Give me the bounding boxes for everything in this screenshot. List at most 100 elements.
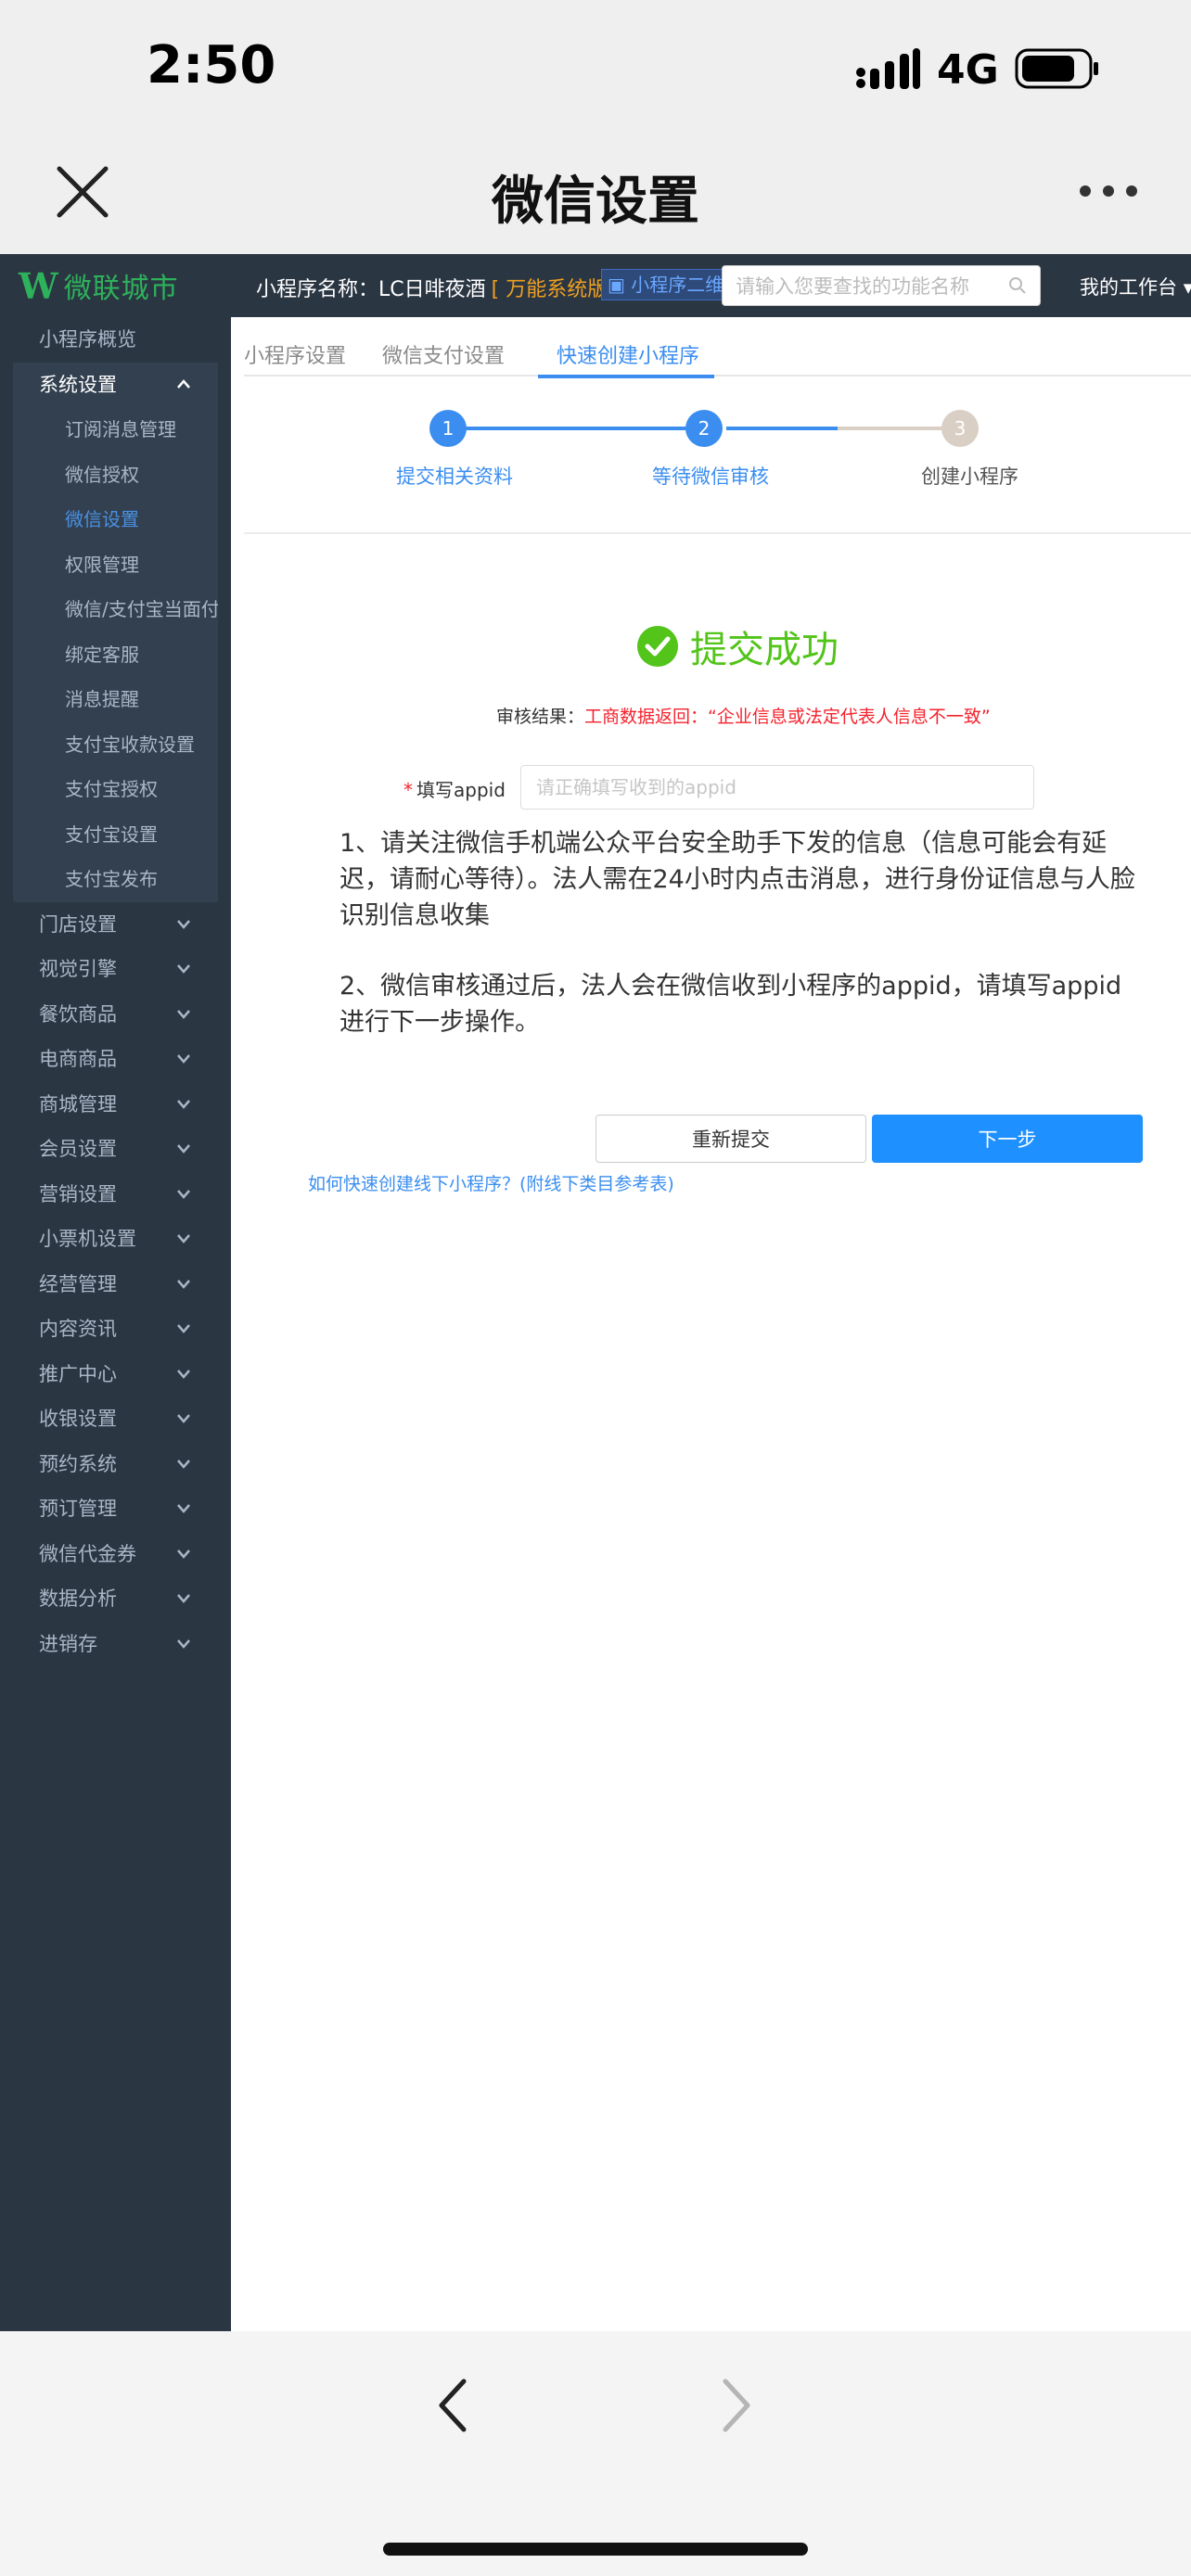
sidebar-subitem[interactable]: 微信设置 (13, 497, 218, 542)
settings-tabs: 小程序设置 微信支付设置 快速创建小程序 (244, 339, 1191, 376)
workbench-label: 我的工作台 (1080, 276, 1177, 299)
mini-program-name: 小程序名称：LC日啡夜酒[ 万能系统版 ] (256, 273, 622, 302)
sidebar-item-label: 预订管理 (39, 1498, 117, 1520)
mp-name-value: LC日啡夜酒 (378, 278, 486, 301)
sidebar-item-label: 商城管理 (39, 1092, 117, 1116)
sidebar-item[interactable]: 视觉引擎 (0, 947, 231, 992)
tab-quick-create-mini-program[interactable]: 快速创建小程序 (557, 339, 699, 369)
sidebar-item[interactable]: 小票机设置 (0, 1217, 231, 1262)
sidebar-subitem[interactable]: 绑定客服 (13, 632, 218, 678)
sidebar-item[interactable]: 电商商品 (0, 1037, 231, 1082)
chevron-down-icon (177, 964, 190, 974)
step-connector (838, 427, 954, 430)
step-connector (726, 427, 838, 430)
sidebar-subitem[interactable]: 微信/支付宝当面付 (13, 587, 218, 632)
appid-label: * 填写appid (403, 775, 506, 802)
sidebar-item-label: 经营管理 (39, 1272, 117, 1295)
caret-down-icon: ▾ (1183, 276, 1191, 299)
sidebar-item-label: 小票机设置 (39, 1228, 136, 1250)
chevron-down-icon (177, 1459, 190, 1469)
page-title: 微信设置 (492, 172, 699, 232)
sidebar-item-label: 餐饮商品 (39, 1002, 117, 1026)
sidebar-item[interactable]: 收银设置 (0, 1396, 231, 1442)
system-settings-submenu: 订阅消息管理 微信授权 微信设置 权限管理 微信/支付宝当面付 绑定客服 消息提醒 支付宝收款… (13, 407, 218, 902)
network-type: 4G (937, 46, 999, 94)
chevron-down-icon (177, 1279, 190, 1289)
chevron-down-icon (177, 1099, 190, 1109)
sidebar-item[interactable]: 进销存 (0, 1622, 231, 1667)
function-search-input[interactable] (723, 266, 997, 307)
sidebar-subitem[interactable]: 权限管理 (13, 542, 218, 588)
chevron-down-icon (177, 1144, 190, 1154)
instruction-note-2: 2、微信审核通过后，法人会在微信收到小程序的appid，请填写appid进行下一… (339, 972, 1122, 1037)
back-arrow-icon[interactable] (432, 2378, 473, 2433)
resubmit-button[interactable]: 重新提交 (596, 1115, 866, 1163)
brand-logo[interactable]: W 微联城市 (19, 265, 179, 307)
step-1-dot: 1 (429, 410, 467, 447)
step-1-label: 提交相关资料 (396, 465, 513, 488)
sidebar-item[interactable]: 内容资讯 (0, 1307, 231, 1352)
more-options-icon[interactable] (1078, 184, 1139, 198)
sidebar-item[interactable]: 预订管理 (0, 1486, 231, 1532)
sidebar-item-overview[interactable]: 小程序概览 (0, 317, 231, 363)
sidebar-subitem[interactable]: 订阅消息管理 (13, 407, 218, 453)
battery-icon (1015, 48, 1098, 89)
qrcode-label: 小程序二维码 (631, 274, 733, 296)
home-indicator (383, 2543, 808, 2556)
sidebar-subitem[interactable]: 支付宝授权 (13, 767, 218, 812)
chevron-down-icon (177, 1054, 190, 1064)
chevron-down-icon (177, 1189, 190, 1199)
review-result-label: 审核结果： (496, 707, 585, 727)
progress-stepper: 1 2 3 提交相关资料 等待微信审核 创建小程序 (231, 410, 1191, 503)
sidebar-item[interactable]: 微信代金券 (0, 1532, 231, 1577)
tab-mini-program-settings[interactable]: 小程序设置 (244, 339, 346, 369)
sidebar-subitem[interactable]: 支付宝设置 (13, 812, 218, 858)
instruction-note-1: 1、请关注微信手机端公众平台安全助手下发的信息（信息可能会有延迟，请耐心等待）。… (339, 829, 1135, 930)
sidebar-item[interactable]: 营销设置 (0, 1172, 231, 1218)
next-step-button[interactable]: 下一步 (872, 1115, 1143, 1163)
wechat-nav-bar: 微信设置 (0, 139, 1191, 254)
review-result-message: 工商数据返回：“企业信息或法定代表人信息不一致” (584, 707, 991, 727)
sidebar-item-label: 预约系统 (39, 1452, 117, 1475)
sidebar-item[interactable]: 会员设置 (0, 1127, 231, 1172)
mp-name-label: 小程序名称： (256, 278, 379, 301)
sidebar-item[interactable]: 门店设置 (0, 902, 231, 948)
sidebar-item-system-settings[interactable]: 系统设置 (13, 363, 218, 408)
chevron-down-icon (177, 1414, 190, 1423)
sidebar-item-label: 营销设置 (39, 1182, 117, 1205)
sidebar-subitem[interactable]: 消息提醒 (13, 677, 218, 722)
sidebar-item[interactable]: 餐饮商品 (0, 992, 231, 1038)
sidebar-item[interactable]: 数据分析 (0, 1576, 231, 1622)
main-content: 小程序设置 微信支付设置 快速创建小程序 1 2 3 提交相关资料 等待微信审核… (231, 317, 1191, 2331)
forward-arrow-icon[interactable] (716, 2378, 757, 2433)
sidebar-item[interactable]: 预约系统 (0, 1442, 231, 1487)
sidebar-item[interactable]: 经营管理 (0, 1262, 231, 1307)
help-link[interactable]: 如何快速创建线下小程序？(附线下类目参考表) (308, 1170, 674, 1195)
status-time: 2:50 (147, 35, 276, 96)
chevron-down-icon (177, 1369, 190, 1379)
qrcode-icon: ▣ (608, 274, 625, 296)
step-3-label: 创建小程序 (921, 465, 1018, 488)
cellular-signal-icon (856, 48, 920, 89)
admin-top-bar: W 微联城市 小程序名称：LC日啡夜酒[ 万能系统版 ] ▣ 小程序二维码 我的… (0, 254, 1191, 317)
my-workbench-menu[interactable]: 我的工作台 ▾ (1080, 273, 1191, 300)
sidebar-subitem[interactable]: 支付宝收款设置 (13, 722, 218, 768)
appid-input[interactable] (520, 765, 1034, 810)
tab-wechat-pay-settings[interactable]: 微信支付设置 (382, 339, 505, 369)
sidebar-item[interactable]: 商城管理 (0, 1082, 231, 1128)
sidebar-subitem[interactable]: 微信授权 (13, 453, 218, 498)
sidebar-group-system-settings: 系统设置 订阅消息管理 微信授权 微信设置 权限管理 微信/支付宝当面付 绑定客服 消息提醒… (13, 362, 218, 902)
sidebar-item-label: 小程序概览 (39, 328, 136, 351)
review-result: 审核结果：工商数据返回：“企业信息或法定代表人信息不一致” (496, 703, 991, 728)
success-banner: 提交成功 (636, 619, 839, 673)
qrcode-button[interactable]: ▣ 小程序二维码 (601, 269, 733, 300)
sidebar-item-label: 数据分析 (39, 1588, 117, 1610)
sidebar-item-label: 系统设置 (39, 373, 117, 396)
sidebar-item-label: 会员设置 (39, 1138, 117, 1160)
sidebar-subitem[interactable]: 支付宝发布 (13, 857, 218, 902)
chevron-down-icon (177, 1324, 190, 1333)
search-icon[interactable] (1008, 276, 1027, 295)
sidebar-item[interactable]: 推广中心 (0, 1352, 231, 1397)
sidebar-item-label: 内容资讯 (39, 1318, 117, 1340)
chevron-up-icon (177, 378, 190, 389)
